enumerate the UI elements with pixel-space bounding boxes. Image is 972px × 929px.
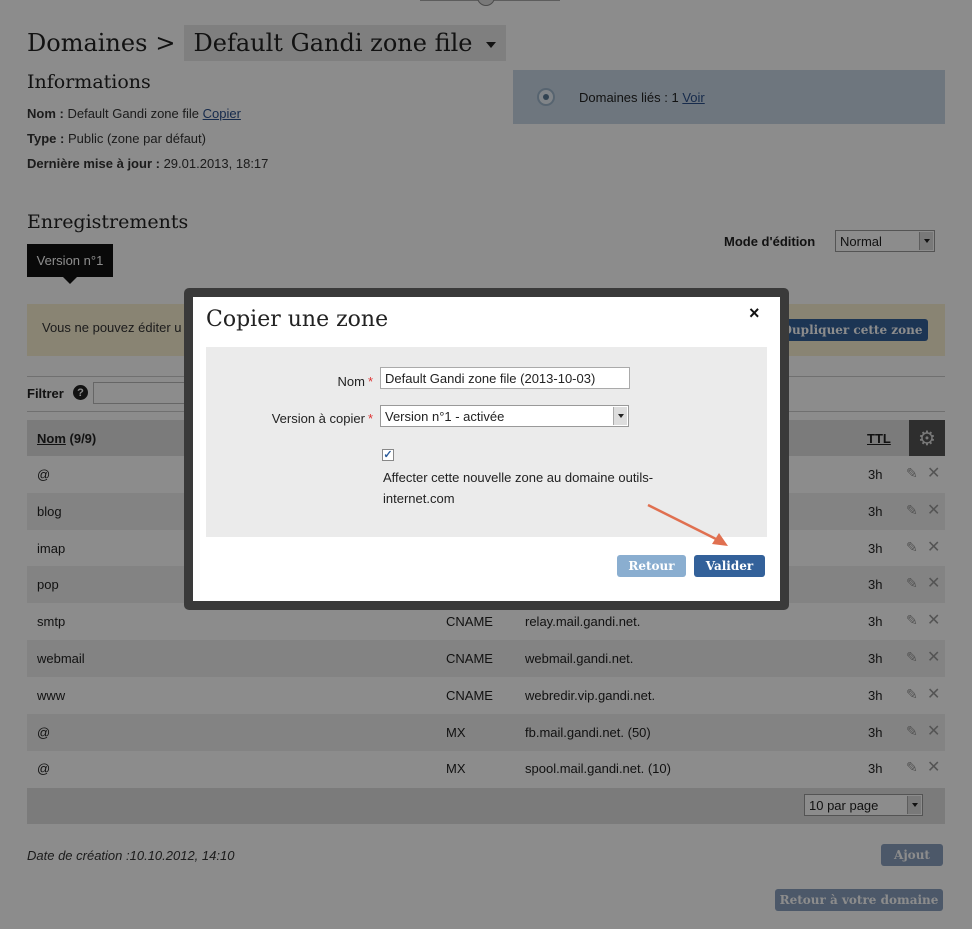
assign-domain-label: Affecter cette nouvelle zone au domaine … bbox=[383, 470, 654, 506]
name-field[interactable]: Default Gandi zone file (2013-10-03) bbox=[380, 367, 630, 389]
chevron-down-icon bbox=[613, 407, 627, 425]
submit-button[interactable]: Valider bbox=[694, 555, 765, 577]
assign-domain-checkbox[interactable]: ✓ bbox=[382, 449, 394, 461]
name-label: Nom * bbox=[337, 374, 373, 389]
annotation-arrow-icon bbox=[647, 503, 728, 546]
dialog-title: Copier une zone bbox=[206, 307, 389, 332]
close-icon[interactable]: × bbox=[749, 303, 760, 324]
version-label: Version à copier * bbox=[271, 411, 373, 426]
version-select[interactable]: Version n°1 - activée bbox=[380, 405, 629, 427]
modal-frame: Copier une zone × Nom * Default Gandi zon… bbox=[184, 288, 789, 610]
copy-zone-dialog: Copier une zone × Nom * Default Gandi zon… bbox=[193, 297, 780, 601]
annotation-arrow-line bbox=[647, 503, 721, 543]
version-select-value: Version n°1 - activée bbox=[385, 408, 505, 424]
back-button[interactable]: Retour bbox=[617, 555, 686, 577]
